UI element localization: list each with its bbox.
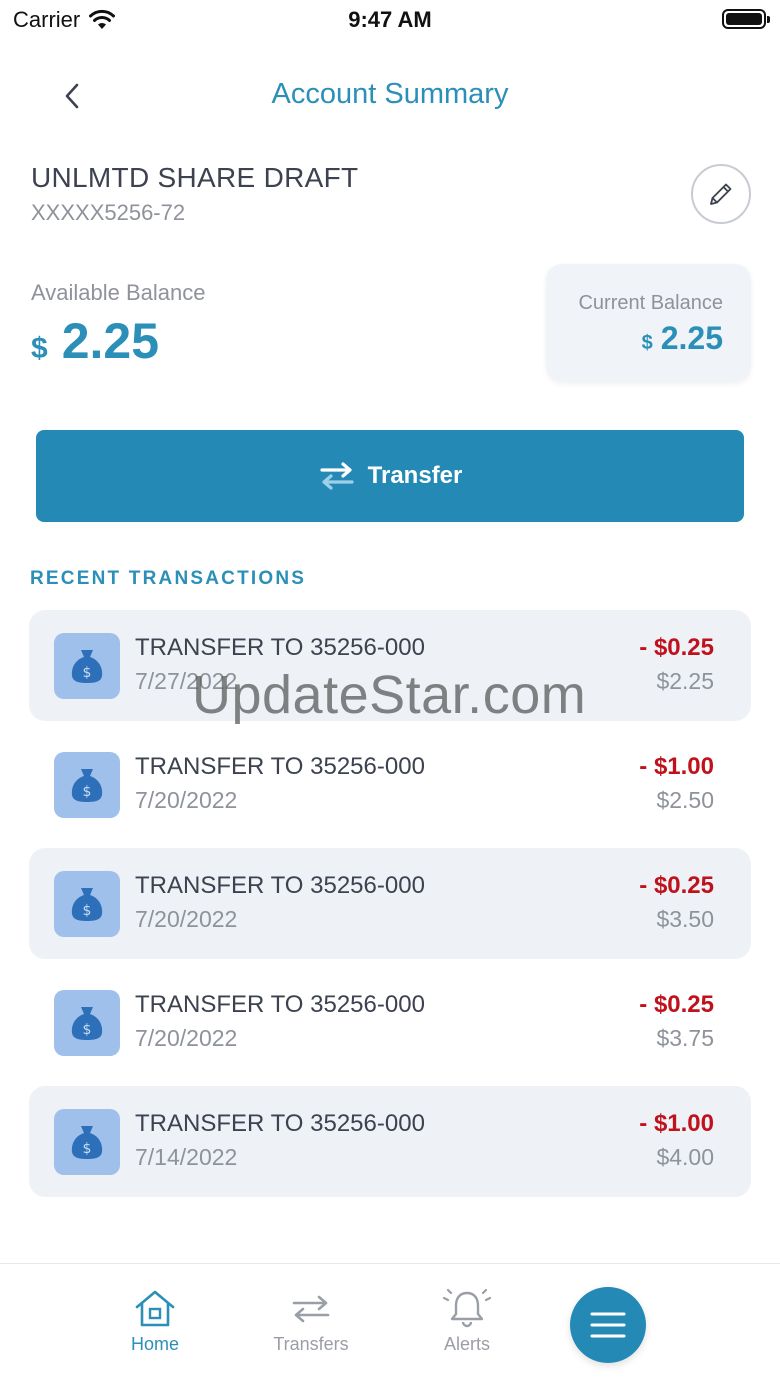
transaction-amount: - $1.00	[639, 753, 714, 780]
tab-alerts[interactable]: Alerts	[412, 1288, 522, 1355]
transfers-icon	[292, 1295, 330, 1323]
tab-transfers[interactable]: Transfers	[256, 1288, 366, 1355]
battery-icon	[722, 9, 770, 29]
page-title: Account Summary	[271, 78, 509, 110]
transaction-description: TRANSFER TO 35256-000	[135, 872, 425, 899]
transaction-row[interactable]: $ TRANSFER TO 35256-000 7/20/2022 - $0.2…	[29, 967, 751, 1078]
tab-home-label: Home	[130, 1334, 179, 1354]
edit-account-button[interactable]	[691, 164, 751, 224]
account-name: UNLMTD SHARE DRAFT	[31, 162, 359, 193]
transfer-button-label: Transfer	[367, 462, 463, 489]
available-balance-label: Available Balance	[31, 280, 206, 305]
money-bag-icon: $	[54, 752, 120, 818]
transfer-arrows-icon	[320, 462, 354, 490]
status-bar: Carrier 9:47 AM	[0, 0, 780, 40]
account-number: XXXXX5256-72	[31, 200, 186, 225]
svg-text:$: $	[83, 903, 92, 919]
money-bag-icon: $	[54, 990, 120, 1056]
transaction-date: 7/27/2022	[135, 668, 238, 694]
status-time: 9:47 AM	[348, 7, 432, 32]
transaction-date: 7/20/2022	[135, 906, 238, 932]
current-balance-card: Current Balance $ 2.25	[546, 264, 751, 382]
nav-bar: Account Summary	[0, 62, 780, 132]
current-balance-amount: $ 2.25	[642, 320, 723, 357]
transaction-date: 7/14/2022	[135, 1144, 238, 1170]
transaction-date: 7/20/2022	[135, 787, 238, 813]
svg-text:$: $	[83, 665, 92, 681]
transaction-running-balance: $3.75	[656, 1025, 714, 1051]
transaction-list: $ TRANSFER TO 35256-000 7/27/2022 - $0.2…	[29, 610, 751, 1205]
transaction-running-balance: $4.00	[656, 1144, 714, 1170]
current-balance-value: 2.25	[660, 320, 723, 356]
money-bag-icon: $	[54, 1109, 120, 1175]
hamburger-menu-icon	[590, 1312, 626, 1338]
money-bag-icon: $	[54, 633, 120, 699]
transaction-description: TRANSFER TO 35256-000	[135, 634, 425, 661]
svg-text:$: $	[83, 1141, 92, 1157]
tab-alerts-label: Alerts	[443, 1334, 490, 1354]
recent-transactions-title: RECENT TRANSACTIONS	[30, 568, 307, 589]
pencil-icon	[710, 183, 732, 205]
money-bag-icon: $	[54, 871, 120, 937]
menu-button[interactable]	[570, 1287, 646, 1363]
transfer-button[interactable]: Transfer	[36, 430, 744, 522]
svg-text:$: $	[83, 1022, 92, 1038]
transaction-row[interactable]: $ TRANSFER TO 35256-000 7/14/2022 - $1.0…	[29, 1086, 751, 1197]
transaction-row[interactable]: $ TRANSFER TO 35256-000 7/20/2022 - $0.2…	[29, 848, 751, 959]
current-balance-currency: $	[641, 332, 653, 354]
transaction-description: TRANSFER TO 35256-000	[135, 753, 425, 780]
transaction-row[interactable]: $ TRANSFER TO 35256-000 7/20/2022 - $1.0…	[29, 729, 751, 840]
transaction-date: 7/20/2022	[135, 1025, 238, 1051]
transaction-amount: - $0.25	[639, 634, 714, 661]
transaction-row[interactable]: $ TRANSFER TO 35256-000 7/27/2022 - $0.2…	[29, 610, 751, 721]
transaction-amount: - $0.25	[639, 991, 714, 1018]
home-icon	[135, 1290, 175, 1327]
svg-text:$: $	[83, 784, 92, 800]
available-balance-value: 2.25	[61, 313, 160, 369]
transaction-running-balance: $2.25	[656, 668, 714, 694]
transaction-amount: - $1.00	[639, 1110, 714, 1137]
tab-home[interactable]: Home	[100, 1288, 210, 1355]
tab-transfers-label: Transfers	[273, 1334, 349, 1354]
available-balance-currency: $	[31, 332, 48, 365]
transaction-running-balance: $3.50	[656, 906, 714, 932]
transaction-description: TRANSFER TO 35256-000	[135, 1110, 425, 1137]
tab-bar: Home Transfers Alerts	[0, 1263, 780, 1387]
current-balance-label: Current Balance	[578, 292, 723, 314]
bell-icon	[442, 1288, 492, 1328]
transaction-running-balance: $2.50	[656, 787, 714, 813]
transaction-description: TRANSFER TO 35256-000	[135, 991, 425, 1018]
available-balance-amount: $ 2.25	[31, 312, 159, 370]
transaction-amount: - $0.25	[639, 872, 714, 899]
